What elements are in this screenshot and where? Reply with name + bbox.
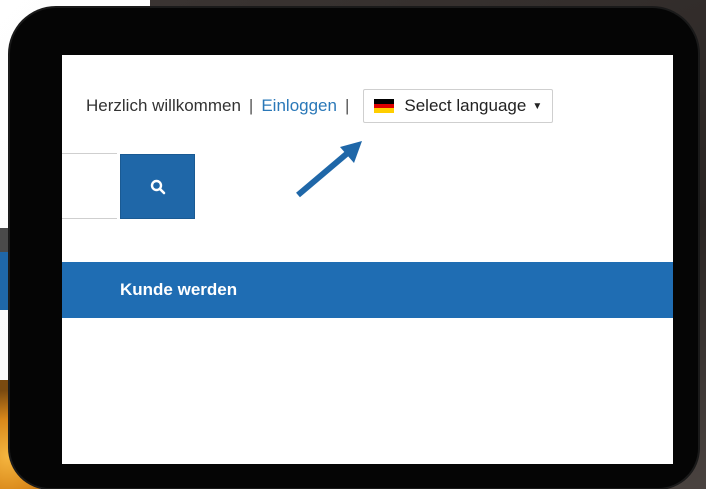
separator: | xyxy=(248,96,254,115)
caret-down-icon: ▼ xyxy=(532,100,543,112)
header-topbar: Herzlich willkommen | Einloggen | Select… xyxy=(86,89,554,123)
search-button[interactable] xyxy=(120,154,195,219)
login-link[interactable]: Einloggen xyxy=(261,96,337,116)
search-input[interactable] xyxy=(62,153,117,219)
search-icon xyxy=(150,179,165,194)
welcome-text: Herzlich willkommen xyxy=(86,96,241,115)
separator: | xyxy=(344,96,350,115)
tablet-screen: Herzlich willkommen | Einloggen | Select… xyxy=(62,55,673,464)
language-select[interactable]: Select language ▼ xyxy=(363,89,554,123)
pointer-arrow-icon xyxy=(296,141,362,198)
language-select-label: Select language xyxy=(404,96,527,115)
nav-item-kunde-werden[interactable]: Kunde werden xyxy=(120,280,237,300)
screenshot-stage: Herzlich willkommen | Einloggen | Select… xyxy=(0,0,706,489)
tablet-frame: Herzlich willkommen | Einloggen | Select… xyxy=(10,8,698,488)
main-nav-bar: Kunde werden xyxy=(62,262,673,318)
germany-flag-icon xyxy=(374,99,395,114)
